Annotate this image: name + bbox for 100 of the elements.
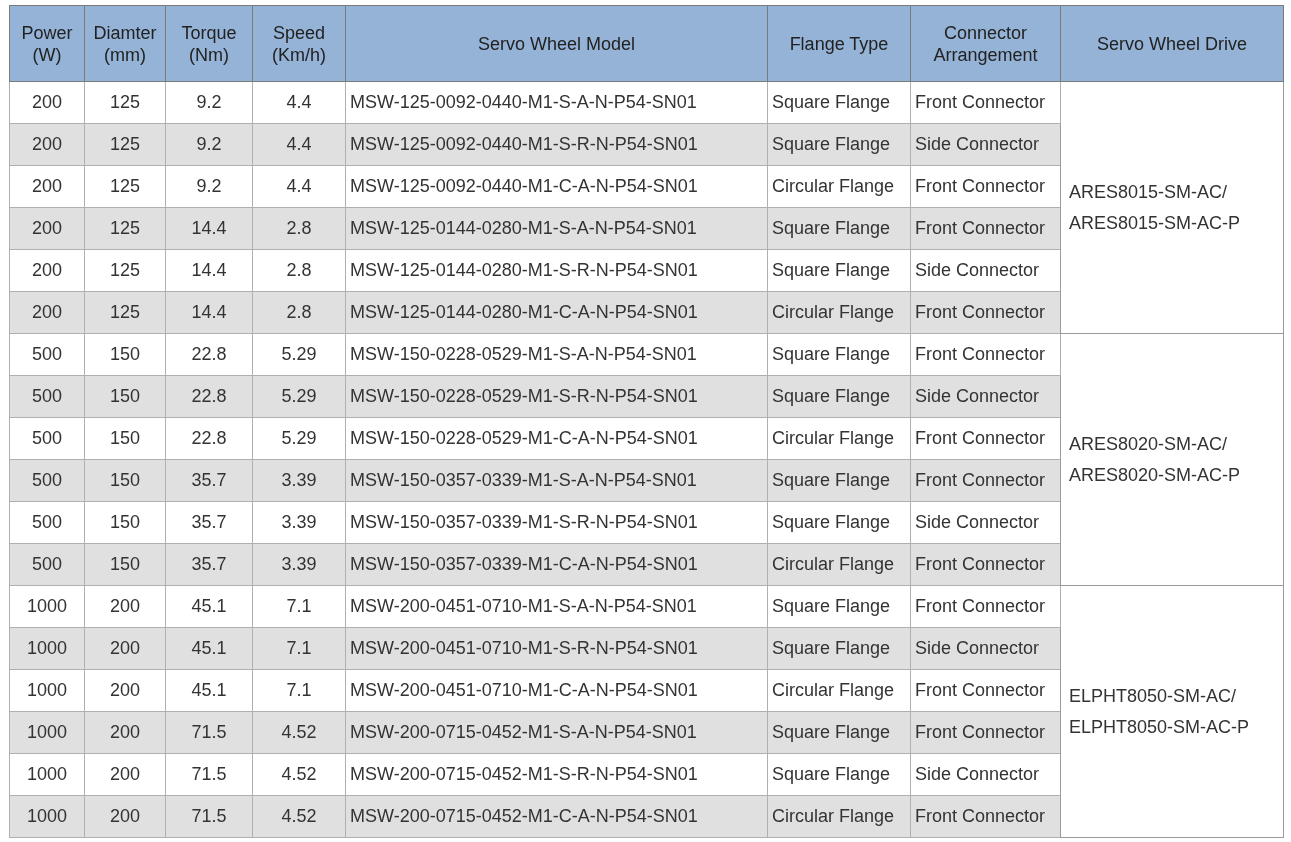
table-cell: 71.5 <box>165 753 253 796</box>
table-cell: 4.4 <box>252 81 346 124</box>
table-cell: Circular Flange <box>767 291 911 334</box>
table-cell: 5.29 <box>252 417 346 460</box>
table-cell: Front Connector <box>910 543 1061 586</box>
table-cell: Square Flange <box>767 459 911 502</box>
table-cell: 200 <box>9 81 85 124</box>
table-cell: 1000 <box>9 711 85 754</box>
table-cell: Square Flange <box>767 585 911 628</box>
column-header: Power (W) <box>9 5 85 82</box>
table-cell: MSW-200-0451-0710-M1-C-A-N-P54-SN01 <box>345 669 768 712</box>
table-cell: MSW-200-0715-0452-M1-C-A-N-P54-SN01 <box>345 795 768 838</box>
table-cell: 4.52 <box>252 711 346 754</box>
table-cell: Front Connector <box>910 711 1061 754</box>
table-cell: MSW-150-0228-0529-M1-S-A-N-P54-SN01 <box>345 333 768 376</box>
table-cell: 150 <box>84 417 166 460</box>
column-header: Diamter (mm) <box>84 5 166 82</box>
table-cell: 9.2 <box>165 81 253 124</box>
table-cell: 200 <box>9 249 85 292</box>
table-cell: 35.7 <box>165 543 253 586</box>
table-cell: 125 <box>84 249 166 292</box>
table-cell: 150 <box>84 501 166 544</box>
table-cell: 500 <box>9 459 85 502</box>
table-cell: 2.8 <box>252 249 346 292</box>
table-cell: 150 <box>84 459 166 502</box>
table-cell: Front Connector <box>910 795 1061 838</box>
table-cell: 2.8 <box>252 291 346 334</box>
table-cell: 500 <box>9 417 85 460</box>
table-cell: 125 <box>84 123 166 166</box>
table-cell: MSW-200-0715-0452-M1-S-R-N-P54-SN01 <box>345 753 768 796</box>
table-cell: MSW-150-0228-0529-M1-S-R-N-P54-SN01 <box>345 375 768 418</box>
table-cell: MSW-200-0451-0710-M1-S-A-N-P54-SN01 <box>345 585 768 628</box>
table-cell: 14.4 <box>165 249 253 292</box>
table-cell: MSW-125-0092-0440-M1-S-R-N-P54-SN01 <box>345 123 768 166</box>
table-cell: 7.1 <box>252 585 346 628</box>
table-cell: 1000 <box>9 669 85 712</box>
table-cell: 500 <box>9 501 85 544</box>
table-cell: Circular Flange <box>767 543 911 586</box>
table-cell: 200 <box>9 165 85 208</box>
table-cell: 35.7 <box>165 501 253 544</box>
table-cell: 200 <box>84 753 166 796</box>
table-cell: 71.5 <box>165 711 253 754</box>
table-cell: 150 <box>84 333 166 376</box>
table-cell: Square Flange <box>767 81 911 124</box>
table-cell: 4.4 <box>252 123 346 166</box>
table-cell: 150 <box>84 543 166 586</box>
table-cell: 500 <box>9 333 85 376</box>
table-cell: Front Connector <box>910 291 1061 334</box>
table-cell: MSW-150-0357-0339-M1-S-R-N-P54-SN01 <box>345 501 768 544</box>
table-cell: MSW-125-0144-0280-M1-S-R-N-P54-SN01 <box>345 249 768 292</box>
table-cell: 1000 <box>9 627 85 670</box>
table-cell: 3.39 <box>252 543 346 586</box>
table-cell: Circular Flange <box>767 669 911 712</box>
table-cell: Front Connector <box>910 585 1061 628</box>
table-cell: ELPHT8050-SM-AC/ ELPHT8050-SM-AC-P <box>1060 585 1284 838</box>
table-cell: Front Connector <box>910 333 1061 376</box>
table-cell: MSW-125-0144-0280-M1-C-A-N-P54-SN01 <box>345 291 768 334</box>
table-cell: MSW-150-0357-0339-M1-C-A-N-P54-SN01 <box>345 543 768 586</box>
table-cell: Square Flange <box>767 123 911 166</box>
column-header: Torque (Nm) <box>165 5 253 82</box>
table-cell: 9.2 <box>165 165 253 208</box>
table-cell: 9.2 <box>165 123 253 166</box>
table-cell: 200 <box>84 669 166 712</box>
table-cell: 22.8 <box>165 333 253 376</box>
column-header: Speed (Km/h) <box>252 5 346 82</box>
table-cell: Circular Flange <box>767 795 911 838</box>
table-cell: 200 <box>84 627 166 670</box>
table-cell: 125 <box>84 165 166 208</box>
table-cell: Circular Flange <box>767 165 911 208</box>
table-cell: 71.5 <box>165 795 253 838</box>
table-cell: 200 <box>9 207 85 250</box>
column-header: Flange Type <box>767 5 911 82</box>
column-header: Servo Wheel Drive <box>1060 5 1284 82</box>
table-cell: 5.29 <box>252 375 346 418</box>
table-cell: ARES8020-SM-AC/ ARES8020-SM-AC-P <box>1060 333 1284 586</box>
table-cell: 1000 <box>9 795 85 838</box>
table-cell: MSW-150-0357-0339-M1-S-A-N-P54-SN01 <box>345 459 768 502</box>
table-cell: 200 <box>84 795 166 838</box>
table-cell: ARES8015-SM-AC/ ARES8015-SM-AC-P <box>1060 81 1284 334</box>
table-cell: 45.1 <box>165 627 253 670</box>
table-cell: MSW-125-0092-0440-M1-S-A-N-P54-SN01 <box>345 81 768 124</box>
table-cell: Front Connector <box>910 81 1061 124</box>
table-cell: Square Flange <box>767 333 911 376</box>
table-cell: 4.52 <box>252 795 346 838</box>
column-header: Connector Arrangement <box>910 5 1061 82</box>
table-cell: Front Connector <box>910 207 1061 250</box>
table-cell: 45.1 <box>165 585 253 628</box>
table-cell: 1000 <box>9 753 85 796</box>
table-cell: 1000 <box>9 585 85 628</box>
table-cell: MSW-125-0144-0280-M1-S-A-N-P54-SN01 <box>345 207 768 250</box>
table-cell: MSW-200-0451-0710-M1-S-R-N-P54-SN01 <box>345 627 768 670</box>
table-cell: 45.1 <box>165 669 253 712</box>
table-cell: Square Flange <box>767 627 911 670</box>
table-cell: MSW-125-0092-0440-M1-C-A-N-P54-SN01 <box>345 165 768 208</box>
table-cell: 14.4 <box>165 207 253 250</box>
table-cell: 125 <box>84 207 166 250</box>
table-cell: 7.1 <box>252 627 346 670</box>
table-cell: 3.39 <box>252 501 346 544</box>
table-cell: Side Connector <box>910 627 1061 670</box>
table-cell: Side Connector <box>910 375 1061 418</box>
